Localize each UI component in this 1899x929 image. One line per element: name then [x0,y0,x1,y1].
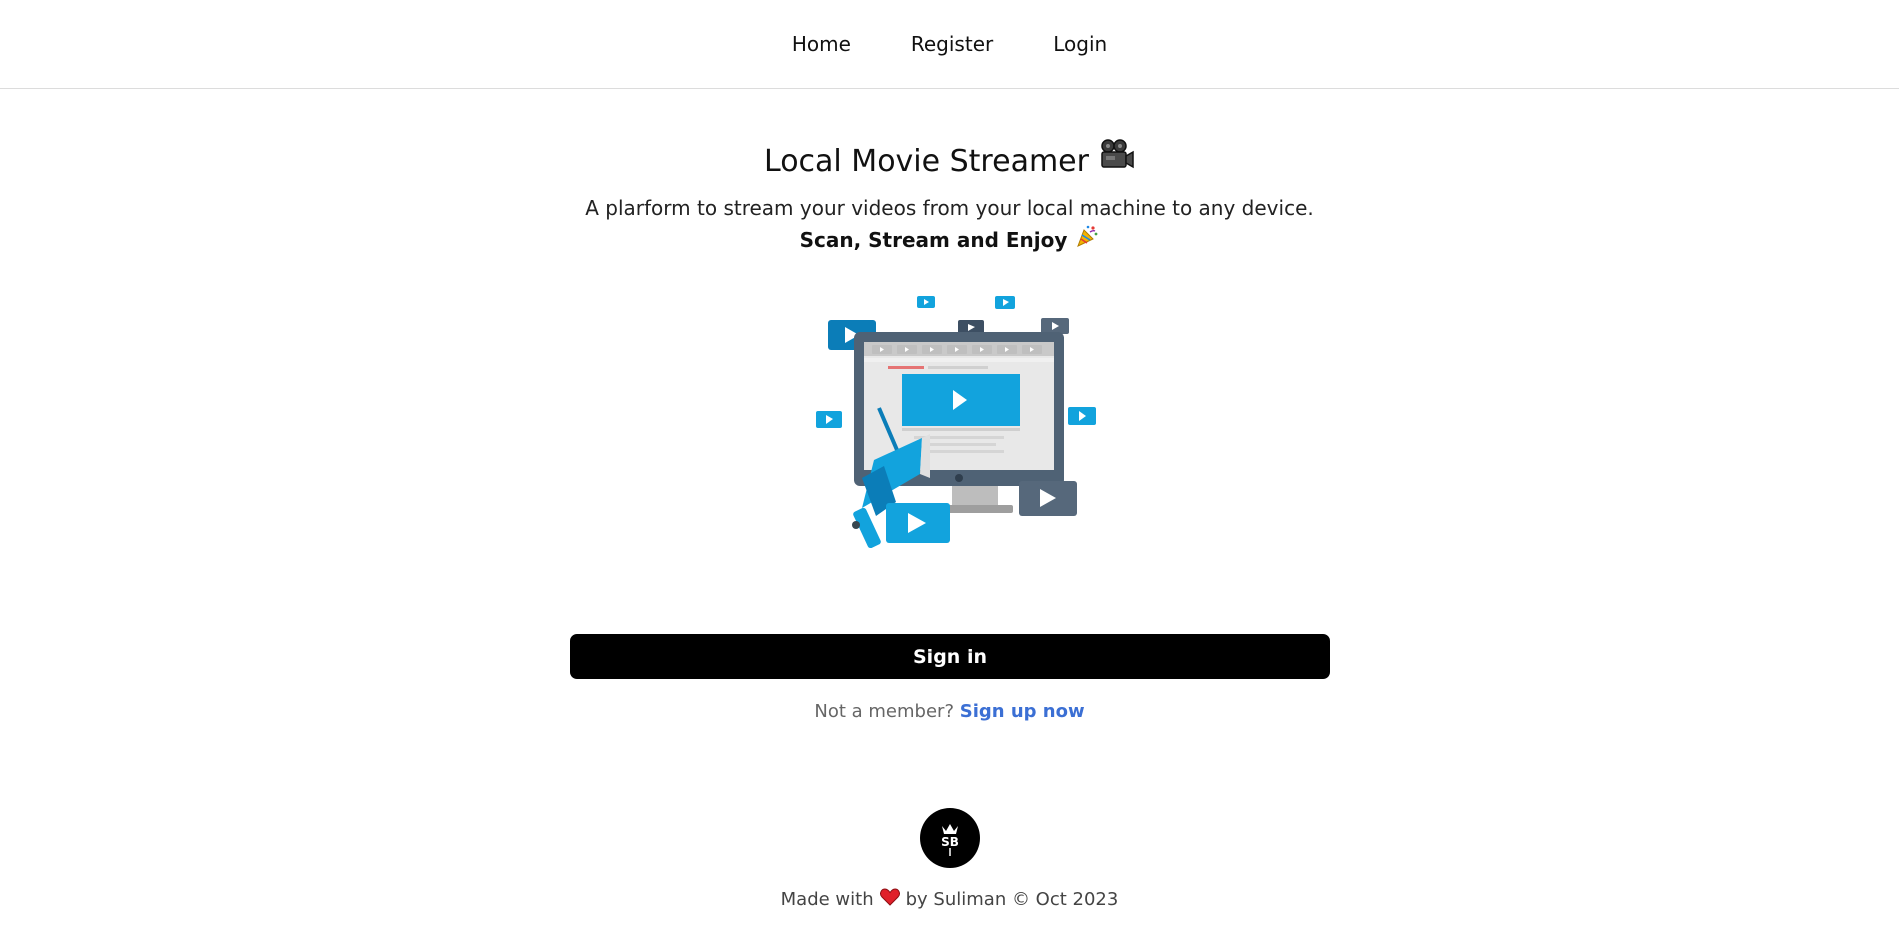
sign-in-button[interactable]: Sign in [570,634,1330,679]
sign-up-link[interactable]: Sign up now [960,701,1085,722]
movie-camera-icon [1099,138,1135,186]
footer: Made with by Suliman © Oct 2023 [0,888,1899,911]
not-member-text: Not a member? [814,701,954,722]
nav-register-link[interactable]: Register [911,32,993,56]
tagline: Scan, Stream and Enjoy [800,224,1100,256]
tagline-text: Scan, Stream and Enjoy [799,228,1068,252]
author-logo: SB [920,808,980,868]
signup-prompt: Not a member? Sign up now [0,701,1899,722]
page-title-text: Local Movie Streamer [764,144,1089,179]
page-title: Local Movie Streamer [764,138,1135,186]
hero-section: Local Movie Streamer A plarform to strea… [0,138,1899,256]
nav-login-link[interactable]: Login [1053,32,1107,56]
video-streaming-illustration [804,288,1104,549]
nav-home-link[interactable]: Home [792,32,851,56]
top-navigation: Home Register Login [0,0,1899,89]
made-with-text: Made with [780,889,874,910]
party-popper-icon [1075,224,1099,256]
heart-icon [879,888,900,911]
subtitle: A plarform to stream your videos from yo… [585,196,1314,220]
byline-text: by Suliman © Oct 2023 [905,889,1119,910]
logo-text: SB [941,835,959,849]
